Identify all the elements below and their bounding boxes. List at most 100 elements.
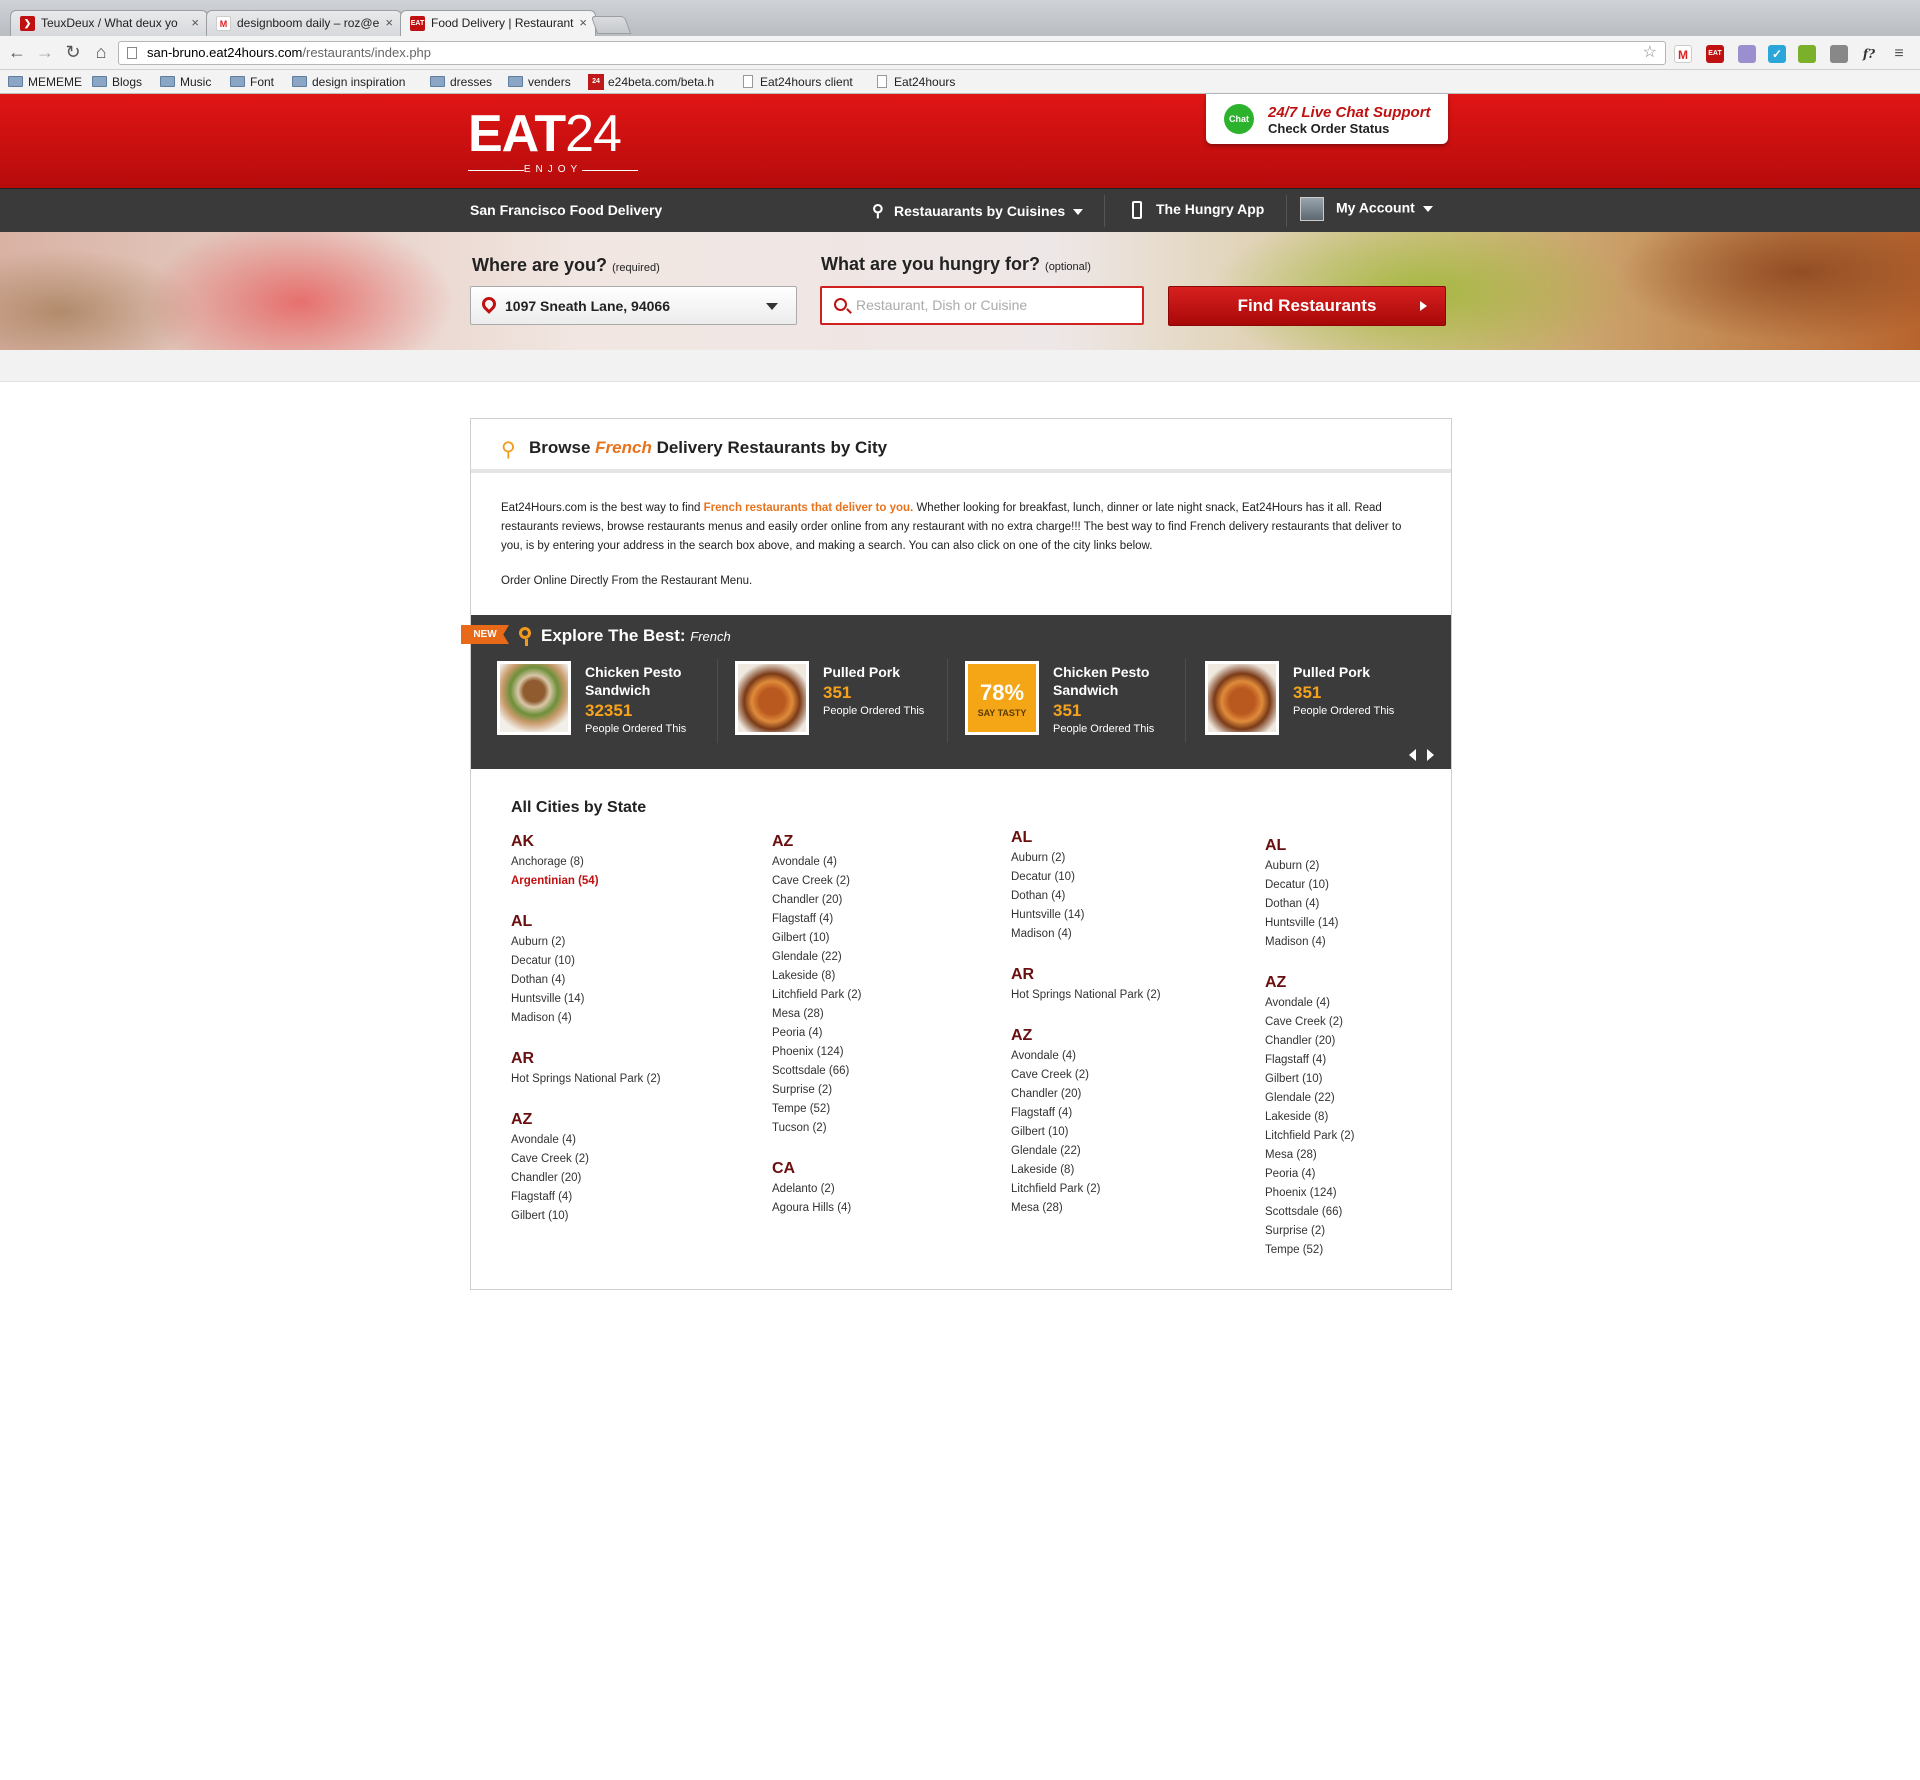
eat24-logo[interactable]: EAT24 ENJOY <box>468 108 638 175</box>
city-link[interactable]: Cave Creek (2) <box>1011 1066 1241 1085</box>
city-link[interactable]: Auburn (2) <box>511 933 741 952</box>
city-link[interactable]: Hot Springs National Park (2) <box>511 1070 741 1089</box>
city-link[interactable]: Decatur (10) <box>511 952 741 971</box>
bookmark-folder[interactable]: dresses <box>430 74 492 90</box>
city-link[interactable]: Agoura Hills (4) <box>772 1199 1002 1218</box>
browser-tab-active[interactable]: EAT Food Delivery | Restaurant × <box>400 10 596 37</box>
dish-card[interactable]: Pulled Pork 351 People Ordered This <box>1205 661 1435 741</box>
green-extension-icon[interactable] <box>1798 45 1816 63</box>
city-link[interactable]: Dothan (4) <box>511 971 741 990</box>
city-link[interactable]: Gilbert (10) <box>511 1207 741 1226</box>
city-link[interactable]: Tucson (2) <box>772 1119 1002 1138</box>
city-link[interactable]: Adelanto (2) <box>772 1180 1002 1199</box>
city-link[interactable]: Avondale (4) <box>1011 1047 1241 1066</box>
city-link[interactable]: Lakeside (8) <box>772 967 1002 986</box>
city-link[interactable]: Dothan (4) <box>1011 887 1241 906</box>
bookmark-link[interactable]: Eat24hours <box>874 74 955 90</box>
search-field[interactable] <box>820 286 1144 325</box>
city-link[interactable]: Cave Creek (2) <box>511 1150 741 1169</box>
find-restaurants-button[interactable]: Find Restaurants <box>1168 286 1446 326</box>
city-link[interactable]: Madison (4) <box>1265 933 1495 952</box>
bookmark-folder[interactable]: design inspiration <box>292 74 405 90</box>
city-link[interactable]: Chandler (20) <box>772 891 1002 910</box>
city-link[interactable]: Chandler (20) <box>511 1169 741 1188</box>
city-link[interactable]: Surprise (2) <box>1265 1222 1495 1241</box>
bookmark-folder[interactable]: Font <box>230 74 274 90</box>
address-bar[interactable]: san-bruno.eat24hours.com/restaurants/ind… <box>118 41 1666 65</box>
bookmark-folder[interactable]: Blogs <box>92 74 142 90</box>
city-link[interactable]: Avondale (4) <box>772 853 1002 872</box>
bookmark-folder[interactable]: MEMEME <box>8 74 82 90</box>
city-link[interactable]: Argentinian (54) <box>511 872 741 891</box>
carousel-next-icon[interactable] <box>1427 749 1434 761</box>
city-link[interactable]: Litchfield Park (2) <box>1011 1180 1241 1199</box>
city-link[interactable]: Chandler (20) <box>1265 1032 1495 1051</box>
city-link[interactable]: Glendale (22) <box>772 948 1002 967</box>
city-link[interactable]: Madison (4) <box>1011 925 1241 944</box>
forward-arrow-icon[interactable]: → <box>34 41 56 63</box>
cuisines-menu[interactable]: ⚲ Restauarants by Cuisines <box>872 201 1084 221</box>
wrench-extension-icon[interactable] <box>1830 45 1848 63</box>
bookmark-link[interactable]: Eat24hours client <box>740 74 853 90</box>
purple-extension-icon[interactable] <box>1738 45 1756 63</box>
city-link[interactable]: Litchfield Park (2) <box>772 986 1002 1005</box>
my-account-menu[interactable]: My Account <box>1300 197 1433 221</box>
location-select[interactable]: 1097 Sneath Lane, 94066 <box>470 286 797 325</box>
intro-highlight-link[interactable]: French restaurants that deliver to you. <box>704 502 914 514</box>
home-icon[interactable]: ⌂ <box>90 41 112 63</box>
city-link[interactable]: Huntsville (14) <box>1265 914 1495 933</box>
city-link[interactable]: Scottsdale (66) <box>1265 1203 1495 1222</box>
bookmark-folder[interactable]: venders <box>508 74 571 90</box>
bookmark-link[interactable]: 24 e24beta.com/beta.h <box>588 74 714 90</box>
city-link[interactable]: Dothan (4) <box>1265 895 1495 914</box>
city-link[interactable]: Cave Creek (2) <box>772 872 1002 891</box>
close-tab-icon[interactable]: × <box>385 11 393 35</box>
search-input[interactable] <box>856 297 1136 313</box>
city-link[interactable]: Decatur (10) <box>1011 868 1241 887</box>
bookmark-star-icon[interactable]: ☆ <box>1643 42 1657 64</box>
city-link[interactable]: Glendale (22) <box>1011 1142 1241 1161</box>
city-link[interactable]: Flagstaff (4) <box>1265 1051 1495 1070</box>
city-link[interactable]: Peoria (4) <box>1265 1165 1495 1184</box>
city-link[interactable]: Surprise (2) <box>772 1081 1002 1100</box>
city-link[interactable]: Avondale (4) <box>511 1131 741 1150</box>
city-link[interactable]: Flagstaff (4) <box>1011 1104 1241 1123</box>
city-link[interactable]: Decatur (10) <box>1265 876 1495 895</box>
menu-icon[interactable]: ≡ <box>1890 45 1908 63</box>
city-link[interactable]: Tempe (52) <box>1265 1241 1495 1260</box>
city-link[interactable]: Glendale (22) <box>1265 1089 1495 1108</box>
browser-tab[interactable]: M designboom daily – roz@e × <box>206 10 402 36</box>
city-link[interactable]: Chandler (20) <box>1011 1085 1241 1104</box>
city-link[interactable]: Peoria (4) <box>772 1024 1002 1043</box>
close-tab-icon[interactable]: × <box>579 11 587 35</box>
eat24-extension-icon[interactable]: EAT <box>1706 45 1724 63</box>
city-link[interactable]: Gilbert (10) <box>1011 1123 1241 1142</box>
new-tab-button[interactable] <box>590 16 632 34</box>
bookmark-folder[interactable]: Music <box>160 74 211 90</box>
city-link[interactable]: Anchorage (8) <box>511 853 741 872</box>
city-link[interactable]: Mesa (28) <box>772 1005 1002 1024</box>
city-link[interactable]: Avondale (4) <box>1265 994 1495 1013</box>
city-link[interactable]: Madison (4) <box>511 1009 741 1028</box>
city-link[interactable]: Phoenix (124) <box>772 1043 1002 1062</box>
check-extension-icon[interactable]: ✓ <box>1768 45 1786 63</box>
dish-card[interactable]: Chicken Pesto Sandwich 32351 People Orde… <box>497 661 727 741</box>
city-link[interactable]: Cave Creek (2) <box>1265 1013 1495 1032</box>
city-link[interactable]: Auburn (2) <box>1265 857 1495 876</box>
reload-icon[interactable]: ↻ <box>62 41 84 63</box>
city-link[interactable]: Tempe (52) <box>772 1100 1002 1119</box>
hungry-app-link[interactable]: The Hungry App <box>1132 201 1264 220</box>
dish-card[interactable]: 78% SAY TASTY Chicken Pesto Sandwich 351… <box>965 661 1195 741</box>
city-link[interactable]: Auburn (2) <box>1011 849 1241 868</box>
back-arrow-icon[interactable]: ← <box>6 41 28 63</box>
city-link[interactable]: Lakeside (8) <box>1011 1161 1241 1180</box>
live-chat-box[interactable]: Chat 24/7 Live Chat Support Check Order … <box>1206 94 1448 144</box>
font-extension-icon[interactable]: f? <box>1860 45 1878 63</box>
city-link[interactable]: Gilbert (10) <box>1265 1070 1495 1089</box>
carousel-prev-icon[interactable] <box>1409 749 1416 761</box>
gmail-extension-icon[interactable]: M <box>1674 45 1692 63</box>
city-link[interactable]: Mesa (28) <box>1011 1199 1241 1218</box>
city-link[interactable]: Litchfield Park (2) <box>1265 1127 1495 1146</box>
order-status-link[interactable]: Check Order Status <box>1268 121 1389 136</box>
city-link[interactable]: Hot Springs National Park (2) <box>1011 986 1241 1005</box>
